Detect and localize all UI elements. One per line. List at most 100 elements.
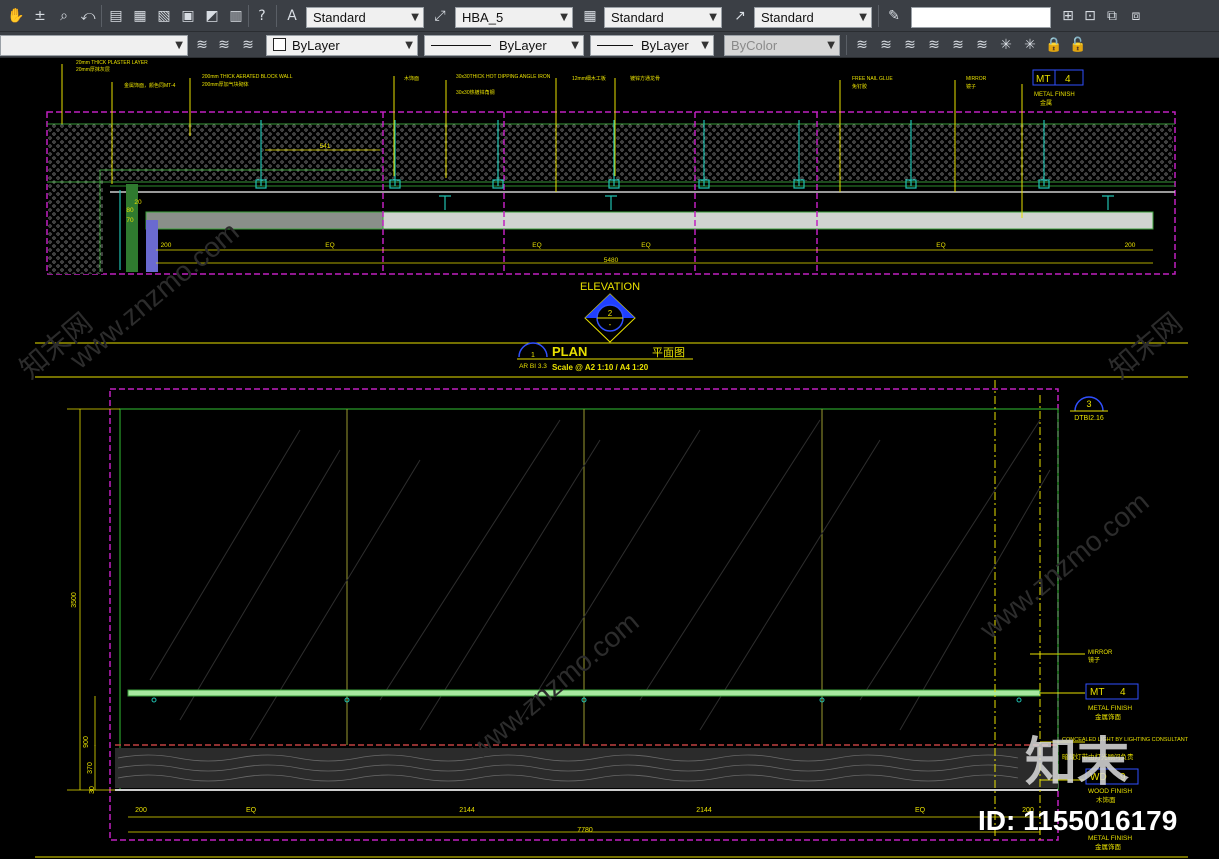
properties-icon[interactable]: ▤ — [106, 6, 126, 26]
chevron-down-icon: ▼ — [571, 40, 579, 51]
chevron-down-icon: ▼ — [405, 40, 413, 51]
elevation-note: 30x30热镀锌角钢 — [456, 89, 495, 96]
watermark-layer: www.znzmo.com www.znzmo.com www.znzmo.co… — [14, 216, 1188, 765]
plan-marker-sheet: AR BI 3.3 — [519, 363, 547, 370]
layer-change-icon[interactable]: ≋ — [972, 35, 992, 55]
markup-icon[interactable]: ◩ — [202, 6, 222, 26]
dim-a: 900 — [83, 736, 90, 748]
watermark-text: www.znzmo.com — [973, 486, 1155, 645]
elevation-note: 20mm厚抹灰层 — [76, 66, 110, 73]
wood-finish-label-cn: 木饰面 — [1096, 795, 1116, 804]
line-preview — [597, 45, 633, 46]
plotstyle-select[interactable]: ByColor ▼ — [724, 35, 840, 56]
layer-current-icon[interactable]: ≋ — [214, 35, 234, 55]
dim-c: 30 — [89, 786, 96, 794]
layer-select[interactable]: ▼ — [0, 35, 188, 56]
dim-style-select[interactable]: HBA_5 ▼ — [455, 7, 573, 28]
toolbar-row-1: ✋ ± ⌕ ⤺ ▤ ▦ ▧ ▣ ◩ ▥ ? A Standard ▼ ⤢ HBA_… — [0, 0, 1219, 32]
metal-finish-label-cn: 金属饰面 — [1095, 712, 1122, 721]
drawing-canvas[interactable]: 20mm THICK PLASTER LAYER 20mm厚抹灰层 200mm … — [0, 58, 1219, 859]
dim-text: 70 — [126, 217, 134, 224]
color-swatch — [273, 38, 286, 51]
chevron-down-icon: ▼ — [175, 40, 183, 51]
elevation-note: 12mm细木工板 — [572, 75, 606, 82]
zoom-realtime-icon[interactable]: ± — [30, 6, 50, 26]
dim-b: 370 — [87, 762, 94, 774]
match-properties-icon[interactable]: ✎ — [884, 6, 904, 26]
plan-marker-num: 1 — [531, 352, 535, 359]
search-input[interactable] — [911, 7, 1051, 28]
calculator-icon[interactable]: ▥ — [226, 6, 246, 26]
dim-text: 200 — [161, 242, 172, 249]
design-center-icon[interactable]: ▦ — [130, 6, 150, 26]
layer-unlock-all-icon[interactable]: 🔓 — [1068, 35, 1088, 55]
mleader-style-select[interactable]: Standard ▼ — [754, 7, 872, 28]
text-style-icon[interactable]: A — [282, 6, 302, 26]
dim-text: EQ — [532, 242, 541, 249]
metal-finish-label: METAL FINISH — [1088, 705, 1132, 712]
layer-freeze-icon[interactable]: ≋ — [900, 35, 920, 55]
sheet-set-icon[interactable]: ▣ — [178, 6, 198, 26]
dim-text: 80 — [126, 207, 134, 214]
metal-finish-label-2: METAL FINISH — [1088, 835, 1132, 842]
layer-previous-icon[interactable]: ≋ — [238, 35, 258, 55]
watermark-text: www.znzmo.com — [463, 606, 645, 765]
linetype-select[interactable]: ByLayer ▼ — [424, 35, 584, 56]
line-preview — [431, 45, 491, 46]
elevation-note: METAL FINISH — [1034, 92, 1075, 98]
elevation-marker-num: 2 — [608, 309, 613, 318]
mleader-style-icon[interactable]: ↗ — [730, 6, 750, 26]
dim-text: EQ — [641, 242, 650, 249]
dim-text: 541 — [320, 143, 331, 150]
view-manager-icon[interactable]: ⊡ — [1080, 6, 1100, 26]
elevation-note: MIRROR — [966, 76, 987, 82]
layer-isolate-icon[interactable]: ≋ — [876, 35, 896, 55]
plan-title-cn: 平面图 — [652, 346, 685, 359]
table-style-select[interactable]: Standard ▼ — [604, 7, 722, 28]
layer-walk-icon[interactable]: ✳ — [996, 35, 1016, 55]
dim-text: EQ — [325, 242, 334, 249]
viewport-scale-icon[interactable]: ⧈ — [1126, 6, 1146, 26]
layer-off-icon[interactable]: ≋ — [852, 35, 872, 55]
mirror-label: MIRROR — [1088, 650, 1113, 656]
dim-text: 2144 — [696, 807, 712, 814]
material-tag-code: MT — [1036, 74, 1050, 85]
layer-thaw-icon[interactable]: ✳ — [1020, 35, 1040, 55]
table-style-icon[interactable]: ▦ — [580, 6, 600, 26]
dim-total: 7780 — [577, 827, 593, 834]
metal-finish-label-2-cn: 金属饰面 — [1095, 842, 1122, 851]
layer-lock-icon[interactable]: ≋ — [924, 35, 944, 55]
chevron-down-icon: ▼ — [560, 12, 568, 23]
layer-unlock-icon[interactable]: 🔒 — [1044, 35, 1064, 55]
view-new-icon[interactable]: ⊞ — [1058, 6, 1078, 26]
dim-style-icon[interactable]: ⤢ — [430, 6, 450, 26]
tool-palette-icon[interactable]: ▧ — [154, 6, 174, 26]
dim-text: EQ — [936, 242, 945, 249]
dim-text: 200 — [135, 807, 147, 814]
watermark-logo: 知末 — [1025, 734, 1129, 792]
elevation-note: 30x30THICK HOT DIPPING ANGLE IRON — [456, 74, 551, 80]
help-icon[interactable]: ? — [252, 6, 272, 26]
elevation-note: 200mm厚加气块砌体 — [202, 81, 249, 88]
color-select[interactable]: ByLayer ▼ — [266, 35, 418, 56]
chevron-down-icon: ▼ — [701, 40, 709, 51]
elevation-title: ELEVATION — [580, 281, 640, 293]
lineweight-select[interactable]: ByLayer ▼ — [590, 35, 714, 56]
mt-code: MT — [1090, 687, 1104, 698]
chevron-down-icon: ▼ — [827, 40, 835, 51]
plan-scale: Scale @ A2 1:10 / A4 1:20 — [552, 363, 649, 372]
zoom-window-icon[interactable]: ⌕ — [54, 6, 74, 26]
layer-match-icon[interactable]: ≋ — [948, 35, 968, 55]
text-style-select[interactable]: Standard ▼ — [306, 7, 424, 28]
dim-text: 200 — [1125, 242, 1136, 249]
chevron-down-icon: ▼ — [859, 12, 867, 23]
layer-properties-icon[interactable]: ≋ — [192, 35, 212, 55]
dim-text: EQ — [915, 807, 926, 814]
pan-icon[interactable]: ✋ — [6, 6, 26, 26]
elevation-marker-sheet: - — [609, 320, 612, 329]
dim-text: 2144 — [459, 807, 475, 814]
viewport-icon[interactable]: ⧉ — [1102, 6, 1122, 26]
zoom-previous-icon[interactable]: ⤺ — [78, 6, 98, 26]
material-tag-num: 4 — [1065, 74, 1071, 85]
elevation-note: 20mm THICK PLASTER LAYER — [76, 60, 148, 66]
